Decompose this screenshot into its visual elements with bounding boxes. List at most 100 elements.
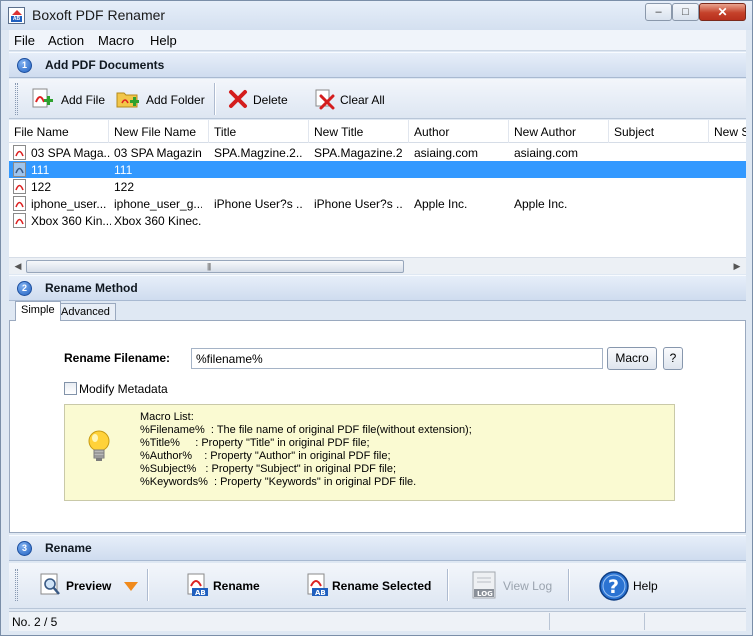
table-row[interactable]: iphone_user... iphone_user_g... iPhone Use…	[9, 195, 746, 212]
step-1-badge: 1	[17, 58, 32, 73]
menu-macro[interactable]: Macro	[98, 33, 134, 48]
toolbar-separator	[447, 569, 448, 601]
modify-metadata-label[interactable]: Modify Metadata	[79, 382, 168, 396]
step-3-badge: 3	[17, 541, 32, 556]
cell-file-name: 111	[31, 163, 50, 177]
add-folder-icon	[116, 92, 139, 108]
cell-new-file-name: 122	[114, 180, 135, 194]
view-log-button[interactable]: LOG View Log	[472, 571, 562, 601]
table-row[interactable]: Xbox 360 Kin... Xbox 360 Kinec...	[9, 212, 746, 229]
add-file-button[interactable]: Add File	[31, 88, 111, 110]
pdf-file-icon	[13, 179, 26, 194]
table-header: File Name New File Name Title New Title …	[9, 120, 746, 143]
menu-file[interactable]: File	[14, 33, 35, 48]
section-rename-method-title: Rename Method	[45, 281, 138, 295]
pdf-file-icon	[13, 162, 26, 177]
title-bar: AB Boxoft PDF Renamer ‒ □ ✕	[1, 1, 752, 30]
minimize-button[interactable]: ‒	[645, 3, 672, 21]
macro-button[interactable]: Macro	[607, 347, 657, 370]
file-toolbar: Add File Add Folder Delete Clear All	[9, 79, 746, 119]
table-row[interactable]: 111 111	[9, 161, 746, 178]
delete-button[interactable]: Delete	[227, 88, 297, 110]
scroll-left-icon[interactable]: ◀	[10, 259, 26, 274]
toolbar-separator	[568, 569, 569, 601]
macro-list-line: %Subject% : Property "Subject" in origin…	[140, 463, 397, 475]
section-rename[interactable]: 3 Rename	[9, 535, 746, 561]
cell-new-title: iPhone User?s ...	[314, 197, 402, 211]
add-folder-button[interactable]: Add Folder	[116, 88, 208, 110]
column-header-author[interactable]: Author	[409, 120, 509, 143]
lightbulb-icon	[88, 430, 110, 461]
rename-button[interactable]: AB Rename	[186, 571, 266, 601]
section-rename-method[interactable]: 2 Rename Method	[9, 275, 746, 301]
column-header-new-subject[interactable]: New Su	[709, 120, 746, 143]
table-row[interactable]: 122 122	[9, 178, 746, 195]
column-header-file-name[interactable]: File Name	[9, 120, 109, 143]
pdf-file-icon	[13, 145, 26, 160]
modify-metadata-checkbox[interactable]	[64, 382, 77, 395]
step-2-badge: 2	[17, 281, 32, 296]
section-add-pdf[interactable]: 1 Add PDF Documents	[9, 52, 746, 78]
preview-button[interactable]: Preview	[39, 571, 147, 601]
toolbar-separator	[147, 569, 148, 601]
menu-action[interactable]: Action	[48, 33, 84, 48]
maximize-button[interactable]: □	[672, 3, 699, 21]
macro-help-button[interactable]: ?	[663, 347, 683, 370]
add-file-icon	[32, 88, 53, 108]
macro-list-line: %Keywords% : Property "Keywords" in orig…	[140, 476, 417, 488]
status-cell	[644, 613, 744, 630]
view-log-label: View Log	[503, 579, 553, 593]
toolbar-grip[interactable]	[15, 83, 18, 115]
preview-label: Preview	[66, 579, 112, 593]
help-button[interactable]: ? Help	[598, 571, 668, 601]
rename-selected-label: Rename Selected	[332, 579, 432, 593]
status-record-count: No. 2 / 5	[12, 615, 58, 629]
cell-file-name: Xbox 360 Kin...	[31, 214, 111, 228]
cell-new-file-name: 111	[114, 163, 133, 177]
macro-list-text: Macro List: %Filename% : The file name o…	[140, 411, 472, 489]
table-row[interactable]: 03 SPA Maga...03 SPA Magazin... SPA.Magzi…	[9, 144, 746, 161]
svg-text:AB: AB	[195, 589, 206, 597]
menu-help[interactable]: Help	[150, 33, 177, 48]
rename-selected-button[interactable]: AB Rename Selected	[306, 571, 436, 601]
pdf-file-icon	[13, 213, 26, 228]
column-header-new-file-name[interactable]: New File Name	[109, 120, 209, 143]
delete-label: Delete	[253, 93, 288, 107]
column-header-new-author[interactable]: New Author	[509, 120, 609, 143]
cell-new-author: asiaing.com	[514, 146, 579, 160]
horizontal-scrollbar[interactable]: ◀ ||| ▶	[9, 257, 746, 274]
svg-text:?: ?	[608, 576, 619, 598]
log-icon: LOG	[472, 571, 496, 599]
scroll-thumb[interactable]: |||	[26, 260, 404, 273]
svg-text:AB: AB	[315, 589, 326, 597]
magnifier-icon	[40, 573, 60, 595]
rename-selected-icon: AB	[307, 573, 328, 597]
scroll-right-icon[interactable]: ▶	[729, 259, 745, 274]
macro-list-line: %Title% : Property "Title" in original P…	[140, 437, 370, 449]
cell-file-name: iphone_user...	[31, 197, 107, 211]
help-icon: ?	[599, 571, 629, 601]
cell-new-title: SPA.Magazine.2...	[314, 146, 402, 160]
column-header-new-title[interactable]: New Title	[309, 120, 409, 143]
rename-filename-input[interactable]	[191, 348, 603, 369]
tab-advanced[interactable]: Advanced	[55, 303, 116, 321]
cell-new-author: Apple Inc.	[514, 197, 568, 211]
cell-author: asiaing.com	[414, 146, 479, 160]
cell-new-file-name: 03 SPA Magazin...	[114, 146, 202, 160]
rename-filename-label: Rename Filename:	[64, 351, 171, 365]
macro-list-box: Macro List: %Filename% : The file name o…	[64, 404, 675, 501]
macro-list-line: %Author% : Property "Author" in original…	[140, 450, 391, 462]
clear-all-button[interactable]: Clear All	[314, 88, 394, 110]
tab-simple[interactable]: Simple	[15, 301, 61, 321]
app-icon: AB	[8, 7, 25, 24]
dropdown-arrow-icon[interactable]	[124, 582, 138, 592]
clear-all-icon	[315, 89, 335, 110]
close-button[interactable]: ✕	[699, 3, 746, 21]
column-header-title[interactable]: Title	[209, 120, 309, 143]
section-rename-title: Rename	[45, 541, 92, 555]
macro-list-line: Macro List:	[140, 411, 194, 423]
cell-title: iPhone User?s ...	[214, 197, 302, 211]
column-header-subject[interactable]: Subject	[609, 120, 709, 143]
svg-text:LOG: LOG	[477, 590, 493, 598]
toolbar-grip[interactable]	[15, 569, 18, 601]
